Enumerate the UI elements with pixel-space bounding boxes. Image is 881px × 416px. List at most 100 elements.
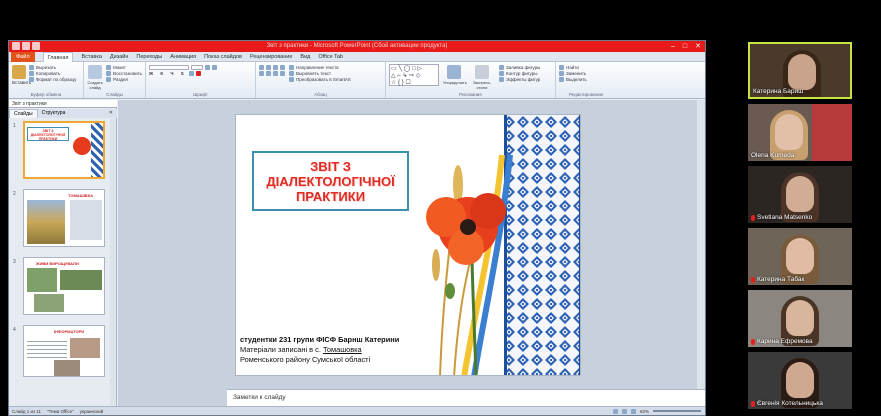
slide-title-box[interactable]: ЗВІТ З ДІАЛЕКТОЛОГІЧНОЇ ПРАКТИКИ	[252, 151, 409, 211]
zoom-level[interactable]: 62%	[640, 407, 649, 416]
poppy-thumb-image	[73, 137, 91, 155]
photo-thumb-2	[60, 270, 102, 290]
participant-tile-3[interactable]: Svetlana Matsenko	[748, 166, 852, 223]
thumbnail-scrollbar[interactable]	[110, 119, 116, 406]
maximize-icon[interactable]: □	[683, 41, 687, 52]
shape-fill-button[interactable]: Заливка фигуры	[499, 64, 540, 70]
people-thumb-image	[70, 338, 100, 358]
workspace: Звіт з практики Слайды Структура ✕ 1 ЗВІ…	[9, 100, 705, 406]
tab-slideshow[interactable]: Показ слайдов	[204, 54, 242, 60]
layout-icon	[106, 64, 112, 70]
ribbon: Вставить Вырезать Копировать Формат по о…	[9, 62, 705, 99]
group-drawing: ▭ ╲ ◯ □ ▷ △ ⌐ ↳ ⇨ ◇ ☆ { } ☐ Упорядочить Эк…	[386, 62, 556, 98]
slide-thumbnail-2[interactable]: ТОМАШІВКА	[23, 189, 105, 247]
text-lines-thumb	[27, 338, 67, 358]
font-format-row[interactable]: Ж К Ч S	[149, 70, 252, 76]
align-buttons[interactable]	[259, 70, 285, 76]
participant-name: Карина Ефремова	[757, 338, 813, 345]
reset-icon	[106, 70, 112, 76]
participant-name: Євгенія Котельницька	[757, 400, 823, 407]
close-pane-icon[interactable]: ✕	[105, 109, 117, 118]
reading-view-icon[interactable]	[630, 408, 636, 414]
format-painter-button[interactable]: Формат по образцу	[29, 76, 76, 82]
tab-office-tab[interactable]: Office Tab	[318, 54, 343, 60]
group-clipboard: Вставить Вырезать Копировать Формат по о…	[9, 62, 84, 98]
tab-design[interactable]: Дизайн	[110, 54, 129, 60]
subtitle-line-1: студентки 231 групи ФІСФ Барнш Катерини	[240, 335, 400, 344]
close-icon[interactable]: ✕	[695, 41, 701, 52]
status-bar: Слайд 1 из 11 "Тема Office" украинский 6…	[9, 406, 705, 415]
arrange-icon	[447, 65, 461, 79]
muted-mic-icon	[751, 400, 755, 407]
align-text-icon	[289, 70, 294, 76]
paste-button[interactable]: Вставить	[12, 64, 31, 85]
group-editing: Найти Заменить Выделить Редактирование	[556, 62, 616, 98]
slide-thumbnail-3[interactable]: ЖИВИ ВИРОЩУВАЛИ	[23, 257, 105, 315]
muted-mic-icon	[751, 214, 755, 221]
powerpoint-window: Звіт з практики - Microsoft PowerPoint (…	[8, 40, 706, 416]
group-slides: Создать слайд Макет Восстановить Раздел …	[84, 62, 146, 98]
undo-icon[interactable]	[32, 42, 40, 50]
tab-outline[interactable]: Структура	[38, 109, 70, 118]
save-icon[interactable]	[22, 42, 30, 50]
outline-icon	[499, 70, 504, 76]
arrange-button[interactable]: Упорядочить	[443, 64, 467, 90]
slide-thumbnail-4[interactable]: ІНФОРМАТОРИ	[23, 325, 105, 377]
pane-tabs: Слайды Структура ✕	[9, 109, 117, 118]
tab-view[interactable]: Вид	[300, 54, 310, 60]
select-icon	[559, 76, 564, 82]
app-icon[interactable]	[12, 42, 20, 50]
brush-icon	[29, 76, 34, 82]
shape-outline-button[interactable]: Контур фигуры	[499, 70, 540, 76]
title-bar: Звіт з практики - Microsoft PowerPoint (…	[9, 41, 705, 52]
shapes-gallery[interactable]: ▭ ╲ ◯ □ ▷ △ ⌐ ↳ ⇨ ◇ ☆ { } ☐	[389, 64, 439, 86]
slide-subtitle[interactable]: студентки 231 групи ФІСФ Барнш Катерини …	[240, 335, 450, 365]
tab-insert[interactable]: Вставка	[81, 54, 101, 60]
document-tab[interactable]: Звіт з практики	[9, 100, 117, 108]
slide-title: ЗВІТ З ДІАЛЕКТОЛОГІЧНОЇ ПРАКТИКИ	[266, 158, 395, 204]
select-button[interactable]: Выделить	[559, 76, 613, 82]
participant-tile-1[interactable]: Катерина Бариш	[748, 42, 852, 99]
text-direction-icon	[289, 64, 294, 70]
zoom-slider[interactable]	[653, 410, 701, 412]
smartart-button[interactable]: Преобразовать в SmartArt	[289, 76, 351, 82]
tab-slides[interactable]: Слайды	[9, 109, 38, 118]
current-slide[interactable]: ЗВІТ З ДІАЛЕКТОЛОГІЧНОЇ ПРАКТИКИ студент…	[235, 114, 581, 376]
subtitle-line-3: Роменського району Сумської області	[240, 355, 371, 364]
tab-home[interactable]: Главная	[42, 51, 74, 62]
section-button[interactable]: Раздел	[106, 76, 142, 82]
paste-icon	[12, 65, 26, 79]
muted-mic-icon	[751, 338, 755, 345]
people-thumb-image-2	[54, 360, 80, 376]
photo-thumb-1	[27, 268, 57, 292]
subtitle-line-2: Матеріали записані в с. Томашовка	[240, 345, 362, 354]
language: украинский	[79, 409, 104, 414]
participant-tile-2[interactable]: Olena Kumeda	[748, 104, 852, 161]
quick-styles-button[interactable]: Экспресс-стили	[469, 64, 495, 90]
tab-transitions[interactable]: Переходы	[136, 54, 162, 60]
participant-tile-4[interactable]: Катерина Табак	[748, 228, 852, 285]
sorter-view-icon[interactable]	[621, 408, 627, 414]
tab-file[interactable]: Файл	[11, 51, 35, 62]
group-font: Ж К Ч S Шрифт	[146, 62, 256, 98]
participant-tile-6[interactable]: Євгенія Котельницька	[748, 352, 852, 409]
theme-name: "Тема Office"	[47, 409, 74, 414]
new-slide-icon	[88, 65, 103, 79]
minimize-icon[interactable]: –	[671, 41, 675, 52]
quick-access-toolbar	[12, 42, 40, 50]
notes-pane[interactable]: Заметки к слайду	[227, 389, 705, 406]
new-slide-button[interactable]: Создать слайд	[87, 64, 103, 90]
tab-review[interactable]: Рецензирование	[250, 54, 292, 60]
photo-thumb-3	[34, 294, 64, 312]
participant-name: Катерина Табак	[757, 276, 805, 283]
participant-tile-5[interactable]: Карина Ефремова	[748, 290, 852, 347]
thumbnail-list: 1 ЗВІТ З ДІАЛЕКТОЛОГІЧНОЇ ПРАКТИКИ 2 ТОМ…	[9, 119, 117, 406]
slide-editor: ЗВІТ З ДІАЛЕКТОЛОГІЧНОЇ ПРАКТИКИ студент…	[118, 100, 705, 406]
tab-animations[interactable]: Анимация	[170, 54, 196, 60]
normal-view-icon[interactable]	[612, 408, 618, 414]
window-title: Звіт з практики - Microsoft PowerPoint (…	[266, 43, 448, 49]
shape-effects-button[interactable]: Эффекты фигур	[499, 76, 540, 82]
participant-name: Катерина Бариш	[753, 88, 804, 95]
slide-thumbnail-1[interactable]: ЗВІТ З ДІАЛЕКТОЛОГІЧНОЇ ПРАКТИКИ	[23, 121, 105, 179]
slide-scrollbar[interactable]	[697, 100, 705, 389]
